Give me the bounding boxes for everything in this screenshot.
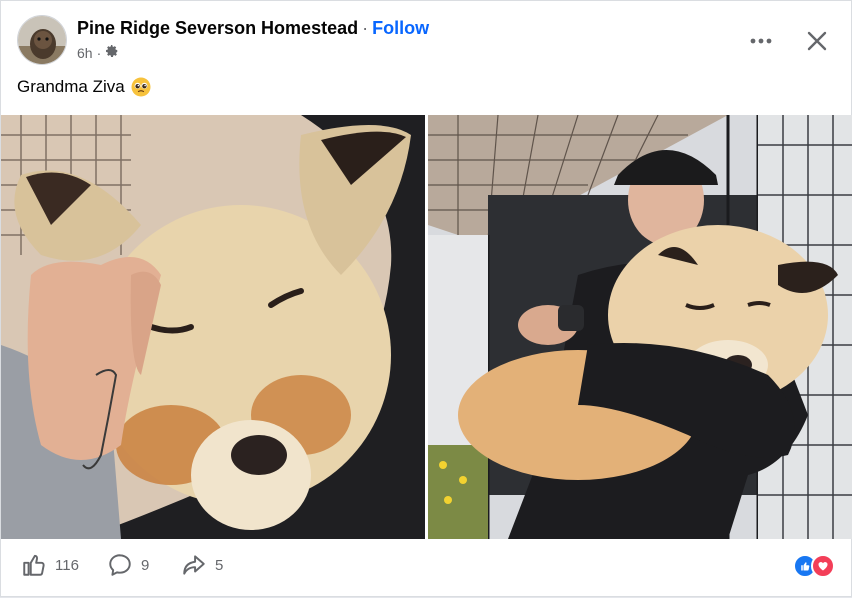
man-holding-fox-image bbox=[428, 115, 852, 539]
gear-icon[interactable] bbox=[105, 44, 119, 61]
share-arrow-icon bbox=[183, 555, 205, 575]
avatar-image bbox=[18, 16, 66, 64]
fox-closeup-image bbox=[1, 115, 425, 539]
post-card: Pine Ridge Severson Homestead · Follow 6h … bbox=[0, 0, 852, 597]
comment-bubble-icon bbox=[109, 554, 131, 576]
close-button[interactable] bbox=[799, 23, 835, 59]
comment-button[interactable]: 9 bbox=[107, 552, 149, 578]
post-caption: Grandma Ziva bbox=[17, 77, 151, 97]
comment-count: 9 bbox=[141, 556, 150, 574]
author-name[interactable]: Pine Ridge Severson Homestead bbox=[77, 18, 358, 38]
pleading-face-emoji bbox=[131, 77, 151, 97]
post-photo-2[interactable] bbox=[428, 115, 852, 539]
separator: · bbox=[362, 18, 369, 38]
post-meta: 6h · bbox=[77, 44, 119, 61]
more-options-button[interactable] bbox=[743, 23, 779, 59]
share-count: 5 bbox=[215, 556, 224, 574]
love-reaction-icon bbox=[811, 554, 835, 578]
post-time[interactable]: 6h bbox=[77, 45, 93, 61]
thumbs-up-icon bbox=[23, 554, 45, 576]
meta-separator: · bbox=[96, 44, 102, 61]
post-footer: 116 9 5 bbox=[1, 540, 851, 598]
post-header: Pine Ridge Severson Homestead · Follow 6h … bbox=[17, 15, 835, 65]
close-icon bbox=[807, 31, 827, 51]
post-photo-1[interactable] bbox=[1, 115, 425, 539]
like-count: 116 bbox=[55, 556, 79, 574]
caption-text: Grandma Ziva bbox=[17, 77, 125, 96]
share-button[interactable]: 5 bbox=[181, 552, 223, 578]
reaction-summary[interactable] bbox=[793, 554, 835, 578]
author-avatar[interactable] bbox=[17, 15, 67, 65]
author-line: Pine Ridge Severson Homestead · Follow bbox=[77, 18, 429, 39]
more-dots-icon bbox=[750, 38, 772, 44]
follow-button[interactable]: Follow bbox=[372, 18, 429, 38]
like-button[interactable]: 116 bbox=[21, 552, 79, 578]
